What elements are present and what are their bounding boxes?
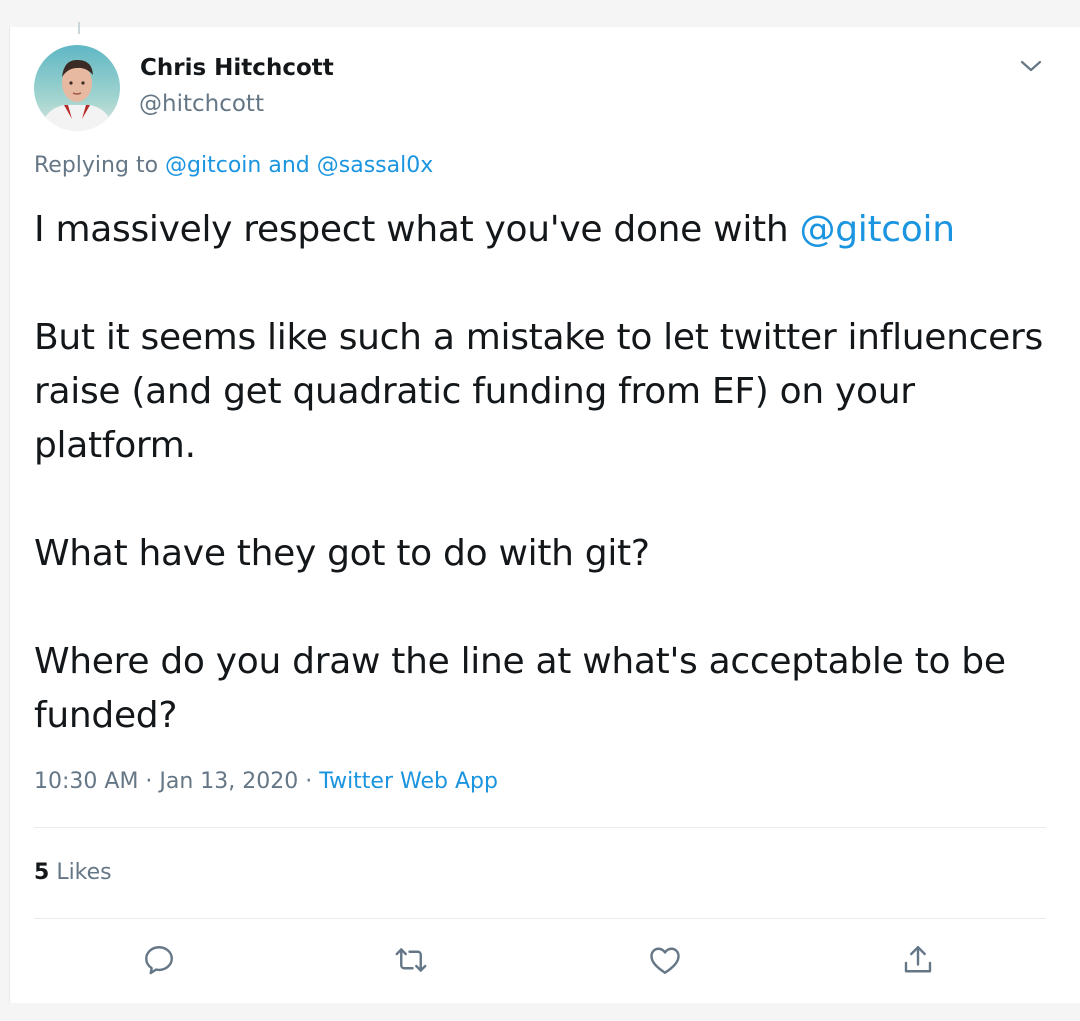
divider: [34, 918, 1046, 919]
replying-to: Replying to @gitcoin and @sassal0x: [34, 153, 433, 178]
thread-line: [78, 22, 80, 34]
author-name[interactable]: Chris Hitchcott: [140, 55, 334, 81]
tweet-paragraph: I massively respect what you've done wit…: [34, 203, 1064, 257]
likes-label: Likes: [56, 860, 112, 885]
tweet-paragraph: Where do you draw the line at what's acc…: [34, 641, 1006, 736]
heart-icon[interactable]: [645, 940, 685, 980]
chevron-down-icon[interactable]: [1018, 55, 1044, 77]
tweet-line-text: I massively respect what you've done wit…: [34, 209, 800, 250]
avatar[interactable]: [34, 45, 120, 131]
tweet-paragraph: But it seems like such a mistake to let …: [34, 317, 1043, 466]
source-link[interactable]: Twitter Web App: [319, 769, 498, 794]
mention-sassal0x[interactable]: @sassal0x: [317, 153, 433, 178]
likes-count: 5: [34, 860, 50, 885]
divider: [34, 827, 1046, 828]
author-handle[interactable]: @hitchcott: [139, 91, 264, 117]
likes-stat[interactable]: 5 Likes: [34, 860, 112, 885]
tweet-text: I massively respect what you've done wit…: [34, 203, 1064, 743]
mention-gitcoin-inline[interactable]: @gitcoin: [800, 209, 956, 250]
tweet-paragraph: What have they got to do with git?: [34, 533, 650, 574]
replying-and[interactable]: and: [268, 153, 309, 178]
retweet-icon[interactable]: [391, 940, 431, 980]
reply-icon[interactable]: [139, 940, 179, 980]
meta-separator: ·: [305, 769, 313, 794]
tweet-meta: 10:30 AM · Jan 13, 2020 · Twitter Web Ap…: [34, 769, 498, 794]
timestamp[interactable]: 10:30 AM · Jan 13, 2020: [34, 769, 298, 794]
mention-gitcoin[interactable]: @gitcoin: [165, 153, 261, 178]
share-icon[interactable]: [898, 940, 938, 980]
replying-prefix: Replying to: [34, 153, 159, 178]
